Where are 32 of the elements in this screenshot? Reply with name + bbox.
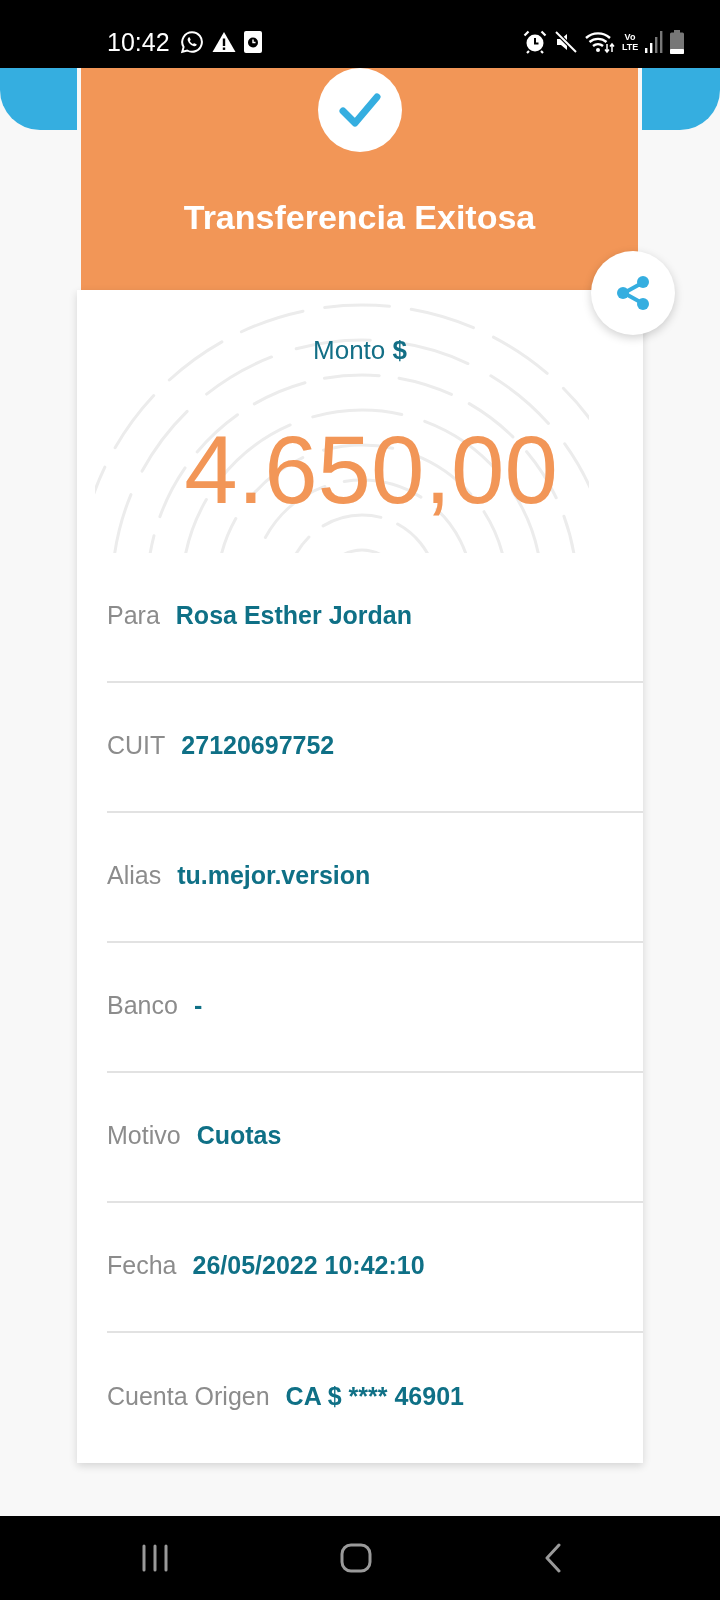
network-type-label: Vo LTE bbox=[622, 32, 638, 52]
header-title: Transferencia Exitosa bbox=[183, 197, 536, 237]
detail-value: Rosa Esther Jordan bbox=[175, 600, 412, 630]
amount-label: Monto $ bbox=[313, 334, 407, 366]
home-icon[interactable] bbox=[340, 1543, 372, 1573]
detail-label: CUIT bbox=[107, 730, 166, 760]
detail-label: Banco bbox=[107, 990, 178, 1020]
detail-label: Fecha bbox=[107, 1250, 177, 1280]
detail-label: Alias bbox=[107, 860, 162, 890]
alarm-clock-icon bbox=[523, 30, 547, 54]
detail-value: - bbox=[193, 990, 203, 1020]
back-icon[interactable] bbox=[544, 1543, 562, 1573]
wifi-icon bbox=[585, 30, 615, 54]
detail-value: CA $ **** 46901 bbox=[285, 1381, 464, 1411]
detail-label: Cuenta Origen bbox=[107, 1381, 270, 1411]
detail-value: 26/05/2022 10:42:10 bbox=[192, 1250, 425, 1280]
status-time: 10:42 bbox=[107, 27, 170, 57]
detail-value: 27120697752 bbox=[181, 730, 335, 760]
detail-label: Para bbox=[107, 600, 160, 630]
recent-apps-icon[interactable] bbox=[142, 1544, 168, 1572]
detail-label: Motivo bbox=[107, 1120, 181, 1150]
amount-value: 4.650,00 bbox=[183, 420, 558, 520]
mute-icon bbox=[554, 30, 578, 54]
detail-value: tu.mejor.version bbox=[177, 860, 371, 890]
share-button[interactable] bbox=[591, 251, 675, 335]
tile-icon bbox=[243, 31, 262, 53]
warning-icon bbox=[211, 31, 236, 53]
check-icon bbox=[317, 68, 402, 152]
signal-icon bbox=[645, 31, 663, 53]
battery-icon bbox=[670, 30, 684, 54]
detail-value: Cuotas bbox=[196, 1120, 282, 1150]
chat-bubble-icon bbox=[179, 30, 204, 54]
